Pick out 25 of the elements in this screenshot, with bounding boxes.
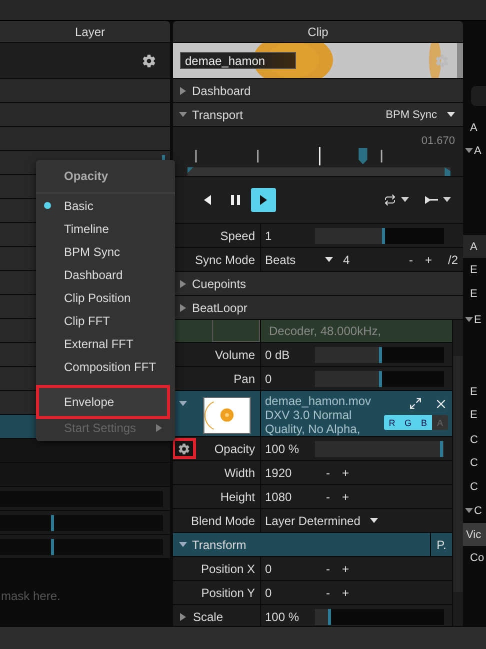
file-info: Decoder, 48.000kHz,	[268, 324, 382, 338]
param-label: Speed	[220, 228, 255, 242]
file-details: DXV 3.0 Normal	[265, 408, 353, 422]
param-label: Volume	[214, 348, 255, 362]
panel-header: Layer	[0, 21, 170, 42]
panel-header: Clip	[173, 21, 463, 42]
time-readout: 01.670	[421, 135, 455, 147]
param-label: Width	[224, 466, 255, 480]
file-details: Quality, No Alpha,	[265, 422, 362, 436]
param-label: Pan	[234, 372, 255, 386]
section-title: Transform	[192, 538, 248, 552]
param-label: Height	[220, 490, 255, 504]
param-label: Opacity	[214, 442, 255, 456]
section-title: BeatLoopr	[192, 300, 248, 314]
file-name: demae_hamon.mov	[265, 394, 372, 408]
param-label: Position Y	[201, 586, 255, 600]
section-title: Dashboard	[192, 84, 252, 98]
param-label: Sync Mode	[194, 252, 255, 266]
param-label: Scale	[193, 610, 224, 624]
section-title: Cuepoints	[192, 276, 248, 290]
hint-text: mask here.	[0, 589, 62, 603]
section-title: Transport	[192, 108, 244, 122]
menu-title: Opacity	[36, 160, 175, 194]
param-label: Position X	[200, 562, 255, 576]
param-label: Blend Mode	[190, 514, 255, 528]
